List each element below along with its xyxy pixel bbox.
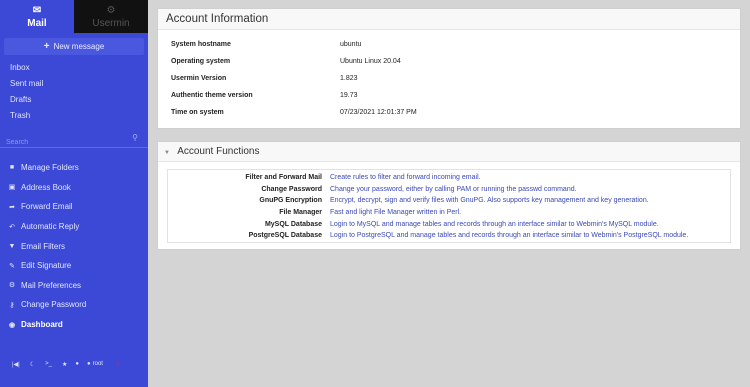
reply-icon: ↶ bbox=[9, 223, 15, 231]
menu-label: Address Book bbox=[21, 182, 71, 192]
function-name: MySQL Database bbox=[264, 220, 322, 228]
chevron-down-icon: ▼ bbox=[164, 150, 170, 156]
account-functions-header[interactable]: ▼ Account Functions bbox=[158, 142, 740, 162]
info-row: System hostname ubuntu bbox=[158, 36, 740, 53]
menu-address-book[interactable]: ▣ Address Book bbox=[0, 178, 148, 198]
function-row: File Manager Fast and light File Manager… bbox=[168, 207, 730, 219]
tab-mail[interactable]: ✉ Mail bbox=[0, 0, 74, 33]
dashboard-icon: ◉ bbox=[8, 321, 16, 329]
star-icon[interactable]: ★ bbox=[62, 361, 67, 368]
function-name: Change Password bbox=[261, 185, 322, 193]
tab-usermin[interactable]: ⚙ Usermin bbox=[74, 0, 148, 33]
folder-drafts[interactable]: Drafts bbox=[0, 92, 148, 108]
menu-label: Forward Email bbox=[21, 202, 73, 212]
function-row: GnuPG Encryption Encrypt, decrypt, sign … bbox=[168, 195, 730, 207]
menu-label: Email Filters bbox=[21, 241, 66, 251]
gear-icon: ⚙ bbox=[8, 282, 16, 290]
info-value: 19.73 bbox=[340, 92, 358, 99]
info-value: ubuntu bbox=[340, 41, 362, 48]
info-row: Usermin Version 1.823 bbox=[158, 70, 740, 87]
new-message-label: New message bbox=[53, 42, 105, 51]
function-link[interactable]: Create rules to filter and forward incom… bbox=[330, 174, 481, 181]
account-information-panel: Account Information System hostname ubun… bbox=[157, 8, 741, 129]
user-name[interactable]: root bbox=[93, 361, 103, 367]
info-label: Time on system bbox=[171, 109, 224, 116]
function-name: GnuPG Encryption bbox=[259, 197, 322, 205]
function-link[interactable]: Change your password, either by calling … bbox=[330, 186, 577, 193]
info-label: Operating system bbox=[171, 58, 231, 65]
sidebar: ✉ Mail ⚙ Usermin + New message Inbox Sen… bbox=[0, 0, 148, 387]
menu-edit-signature[interactable]: ✎ Edit Signature bbox=[0, 256, 148, 276]
palette-icon[interactable]: ● bbox=[75, 361, 79, 367]
main-content: Account Information System hostname ubun… bbox=[157, 8, 741, 250]
envelope-icon: ✉ bbox=[32, 4, 42, 16]
menu-email-filters[interactable]: ▼ Email Filters bbox=[0, 236, 148, 256]
gear-icon: ⚙ bbox=[106, 4, 116, 16]
folder-inbox[interactable]: Inbox bbox=[0, 60, 148, 76]
account-info-table: System hostname ubuntu Operating system … bbox=[158, 36, 740, 121]
address-book-icon: ▣ bbox=[8, 184, 16, 192]
collapse-icon[interactable]: |◀| bbox=[12, 361, 20, 368]
folder-sent-mail[interactable]: Sent mail bbox=[0, 76, 148, 92]
sidebar-menu: ■ Manage Folders ▣ Address Book ➦ Forwar… bbox=[0, 158, 148, 334]
menu-label: Mail Preferences bbox=[21, 280, 82, 290]
folder-icon: ■ bbox=[9, 164, 15, 172]
info-label: System hostname bbox=[171, 41, 231, 48]
account-information-title: Account Information bbox=[158, 9, 740, 30]
function-name: Filter and Forward Mail bbox=[245, 174, 322, 182]
sidebar-tabs: ✉ Mail ⚙ Usermin bbox=[0, 0, 148, 33]
menu-label: Automatic Reply bbox=[21, 222, 80, 232]
function-link[interactable]: Login to PostgreSQL and manage tables an… bbox=[330, 232, 688, 239]
terminal-icon[interactable]: >_ bbox=[45, 361, 52, 367]
info-value: Ubuntu Linux 20.04 bbox=[340, 58, 401, 65]
moon-icon[interactable]: ☾ bbox=[30, 361, 35, 368]
info-value: 1.823 bbox=[340, 75, 358, 82]
key-icon: ⚷ bbox=[9, 301, 15, 309]
menu-mail-preferences[interactable]: ⚙ Mail Preferences bbox=[0, 276, 148, 296]
user-icon: ● bbox=[86, 361, 91, 367]
menu-dashboard[interactable]: ◉ Dashboard bbox=[0, 315, 148, 335]
function-row: Change Password Change your password, ei… bbox=[168, 184, 730, 196]
folder-list: Inbox Sent mail Drafts Trash bbox=[0, 60, 148, 124]
info-label: Usermin Version bbox=[171, 75, 227, 82]
function-link[interactable]: Encrypt, decrypt, sign and verify files … bbox=[330, 197, 649, 204]
tab-mail-label: Mail bbox=[27, 17, 47, 29]
function-row: PostgreSQL Database Login to PostgreSQL … bbox=[168, 230, 730, 242]
menu-automatic-reply[interactable]: ↶ Automatic Reply bbox=[0, 217, 148, 237]
function-name: File Manager bbox=[279, 209, 322, 217]
menu-label: Manage Folders bbox=[21, 163, 79, 173]
info-row: Operating system Ubuntu Linux 20.04 bbox=[158, 53, 740, 70]
menu-label: Edit Signature bbox=[21, 261, 72, 271]
folder-trash[interactable]: Trash bbox=[0, 108, 148, 124]
new-message-button[interactable]: + New message bbox=[4, 38, 144, 55]
info-value: 07/23/2021 12:01:37 PM bbox=[340, 109, 417, 116]
search-input[interactable] bbox=[0, 135, 110, 150]
menu-label: Change Password bbox=[21, 300, 87, 310]
function-link[interactable]: Login to MySQL and manage tables and rec… bbox=[330, 221, 659, 228]
logout-icon[interactable]: ➲ bbox=[115, 361, 120, 368]
menu-change-password[interactable]: ⚷ Change Password bbox=[0, 295, 148, 315]
sidebar-search: ⚲ bbox=[0, 131, 148, 150]
sidebar-bottom-bar: |◀| ☾ >_ ★ ● ● root ➲ bbox=[0, 358, 148, 370]
function-row: Filter and Forward Mail Create rules to … bbox=[168, 172, 730, 184]
info-row: Time on system 07/23/2021 12:01:37 PM bbox=[158, 104, 740, 121]
menu-forward-email[interactable]: ➦ Forward Email bbox=[0, 197, 148, 217]
info-label: Authentic theme version bbox=[171, 92, 253, 99]
info-row: Authentic theme version 19.73 bbox=[158, 87, 740, 104]
plus-icon: + bbox=[43, 41, 50, 52]
tab-usermin-label: Usermin bbox=[92, 17, 130, 29]
filter-icon: ▼ bbox=[8, 242, 16, 250]
pencil-icon: ✎ bbox=[9, 262, 15, 270]
function-link[interactable]: Fast and light File Manager written in P… bbox=[330, 209, 461, 216]
menu-manage-folders[interactable]: ■ Manage Folders bbox=[0, 158, 148, 178]
function-row: MySQL Database Login to MySQL and manage… bbox=[168, 218, 730, 230]
menu-label: Dashboard bbox=[21, 320, 63, 330]
account-functions-panel: ▼ Account Functions Filter and Forward M… bbox=[157, 141, 741, 250]
functions-table: Filter and Forward Mail Create rules to … bbox=[167, 169, 731, 243]
account-functions-title: Account Functions bbox=[177, 146, 260, 157]
function-name: PostgreSQL Database bbox=[248, 232, 322, 240]
search-icon[interactable]: ⚲ bbox=[132, 133, 138, 142]
forward-icon: ➦ bbox=[9, 203, 15, 211]
